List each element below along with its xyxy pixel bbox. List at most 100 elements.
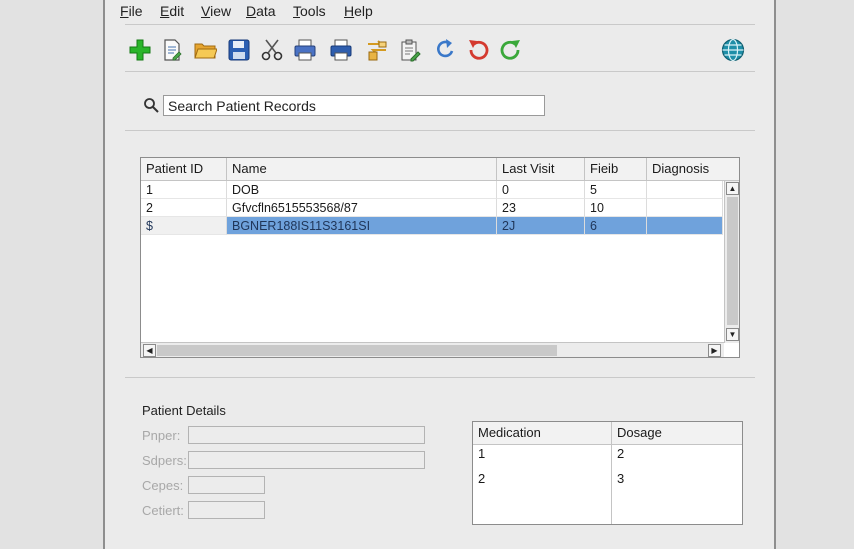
cell-dosage: 2 [617, 446, 625, 461]
cell-last-visit: 23 [497, 199, 585, 217]
cell-patient-id: 2 [141, 199, 227, 217]
menu-separator [125, 24, 755, 25]
field-label: Pnper: [142, 428, 181, 443]
column-header-name[interactable]: Name [227, 158, 497, 180]
column-header-last-visit[interactable]: Last Visit [497, 158, 585, 180]
cell-name: Gfvcfln6515553568/87 [227, 199, 497, 217]
cut-icon [261, 39, 283, 61]
medication-header: Medication Dosage [473, 422, 742, 445]
grid-header: Patient ID Name Last Visit Fieib Diagnos… [141, 158, 739, 181]
clipboard-edit-button[interactable] [396, 36, 424, 64]
menu-tools[interactable]: Tools [293, 3, 326, 19]
vertical-scroll-thumb[interactable] [727, 197, 738, 325]
scroll-up-icon[interactable]: ▲ [726, 182, 739, 195]
menu-help-label: elp [354, 3, 373, 19]
menu-view-label: iew [210, 3, 232, 19]
menu-data[interactable]: Data [246, 3, 276, 19]
grid-horizontal-scrollbar[interactable]: ◀ ▶ [141, 342, 724, 357]
web-button[interactable] [719, 36, 747, 64]
menu-file[interactable]: File [120, 3, 143, 19]
left-window-frame [0, 0, 105, 549]
search-separator [125, 130, 755, 131]
refresh-icon [437, 39, 454, 58]
add-button[interactable] [126, 36, 154, 64]
undo-button[interactable] [464, 36, 492, 64]
cell-name: BGNER188IS11S3161SI [227, 217, 497, 235]
cell-diagnosis [647, 199, 723, 217]
print-preview-button[interactable] [291, 36, 319, 64]
print-preview-icon [294, 39, 316, 61]
globe-icon [721, 38, 745, 62]
edit-document-button[interactable] [158, 36, 186, 64]
clipboard-edit-icon [401, 39, 421, 62]
table-row-selected[interactable]: $ BGNER188IS11S3161SI 2J 6 [141, 217, 723, 235]
print-icon [330, 39, 352, 61]
cell-name: DOB [227, 181, 497, 199]
scroll-right-icon[interactable]: ▶ [708, 344, 721, 357]
cell-medication: 1 [478, 446, 486, 461]
medication-table: Medication Dosage 1 2 2 3 [472, 421, 743, 525]
scroll-left-icon[interactable]: ◀ [143, 344, 156, 357]
grid-separator [125, 377, 755, 378]
table-row[interactable]: 2 Gfvcfln6515553568/87 23 10 [141, 199, 723, 217]
search-icon [144, 98, 159, 113]
menu-help[interactable]: Help [344, 3, 373, 19]
column-header-diagnosis[interactable]: Diagnosis [647, 158, 739, 180]
menu-view[interactable]: View [201, 3, 231, 19]
menu-edit-label: dit [169, 3, 185, 19]
edit-document-icon [164, 39, 182, 61]
open-button[interactable] [191, 36, 219, 64]
cell-field: 5 [585, 181, 647, 199]
menu-tools-mnemonic: T [293, 3, 300, 19]
right-window-frame [774, 0, 854, 549]
column-header-dosage[interactable]: Dosage [612, 422, 742, 444]
cell-last-visit: 0 [497, 181, 585, 199]
cell-field: 6 [585, 217, 647, 235]
menu-file-mnemonic: F [120, 3, 129, 19]
main-window: File Edit View Data Tools Help Search Pa… [105, 0, 774, 549]
menu-tools-label: ools [300, 3, 326, 19]
column-header-patient-id[interactable]: Patient ID [141, 158, 227, 180]
cell-patient-id: $ [141, 217, 227, 235]
menu-bar: File Edit View Data Tools Help [105, 0, 774, 24]
detail-field-4[interactable] [188, 501, 265, 519]
grid-vertical-scrollbar[interactable]: ▲ ▼ [724, 181, 739, 343]
save-icon [228, 39, 250, 61]
redo-button[interactable] [497, 36, 525, 64]
cell-diagnosis [647, 217, 723, 235]
cell-patient-id: 1 [141, 181, 227, 199]
horizontal-scroll-thumb[interactable] [157, 345, 557, 356]
table-row[interactable]: 1 DOB 0 5 [141, 181, 723, 199]
cell-dosage: 3 [617, 471, 625, 486]
menu-edit[interactable]: Edit [160, 3, 184, 19]
menu-edit-mnemonic: E [160, 3, 170, 19]
redo-icon [500, 40, 520, 60]
column-header-medication[interactable]: Medication [473, 422, 611, 444]
menu-view-mnemonic: V [201, 3, 211, 19]
open-folder-icon [194, 43, 217, 59]
cell-medication: 2 [478, 471, 486, 486]
print-button[interactable] [327, 36, 355, 64]
patient-details-title: Patient Details [142, 403, 226, 418]
detail-field-1[interactable] [188, 426, 425, 444]
transfer-button[interactable] [363, 36, 391, 64]
cell-field: 10 [585, 199, 647, 217]
field-label: Sdpers: [142, 453, 187, 468]
patient-grid: Patient ID Name Last Visit Fieib Diagnos… [140, 157, 740, 358]
menu-data-label: ata [256, 3, 276, 19]
detail-field-3[interactable] [188, 476, 265, 494]
menu-help-mnemonic: H [344, 3, 355, 19]
detail-field-2[interactable] [188, 451, 425, 469]
refresh-button[interactable] [431, 36, 459, 64]
menu-file-label: ile [128, 3, 143, 19]
menu-data-mnemonic: D [246, 3, 257, 19]
search-input[interactable] [163, 95, 545, 116]
field-label: Cepes: [142, 478, 184, 493]
column-header-field[interactable]: Fieib [585, 158, 647, 180]
scroll-down-icon[interactable]: ▼ [726, 328, 739, 341]
toolbar-separator [125, 71, 755, 72]
cell-diagnosis [647, 181, 723, 199]
cut-button[interactable] [258, 36, 286, 64]
save-button[interactable] [225, 36, 253, 64]
undo-icon [469, 40, 489, 60]
